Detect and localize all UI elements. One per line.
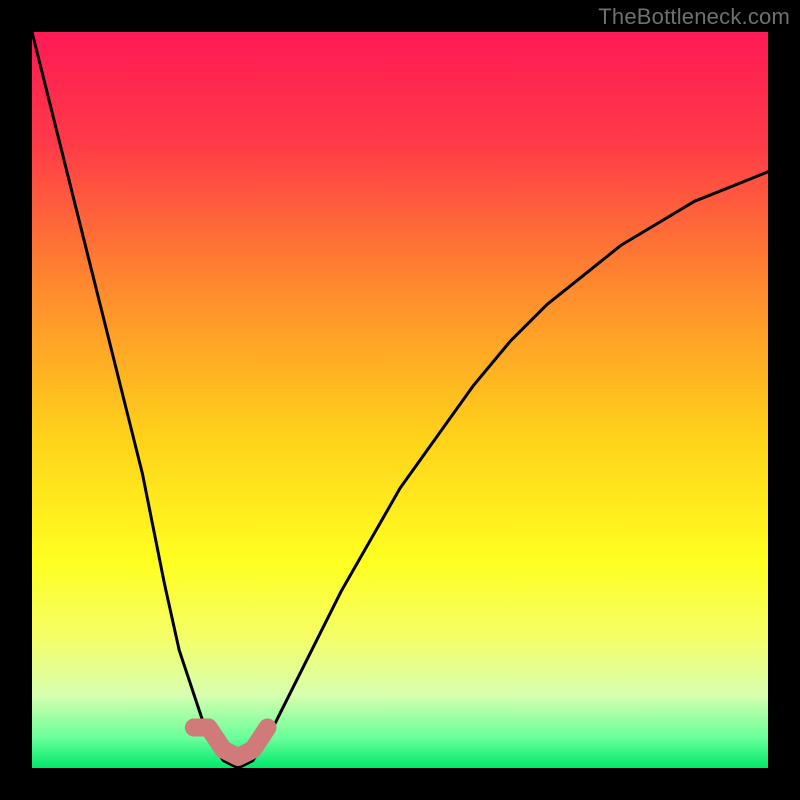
chart-frame: TheBottleneck.com (0, 0, 800, 800)
watermark-text: TheBottleneck.com (598, 4, 790, 30)
bottleneck-curve (32, 32, 768, 768)
optimal-region-marker (194, 728, 268, 758)
plot-area (32, 32, 768, 768)
curve-layer (32, 32, 768, 768)
